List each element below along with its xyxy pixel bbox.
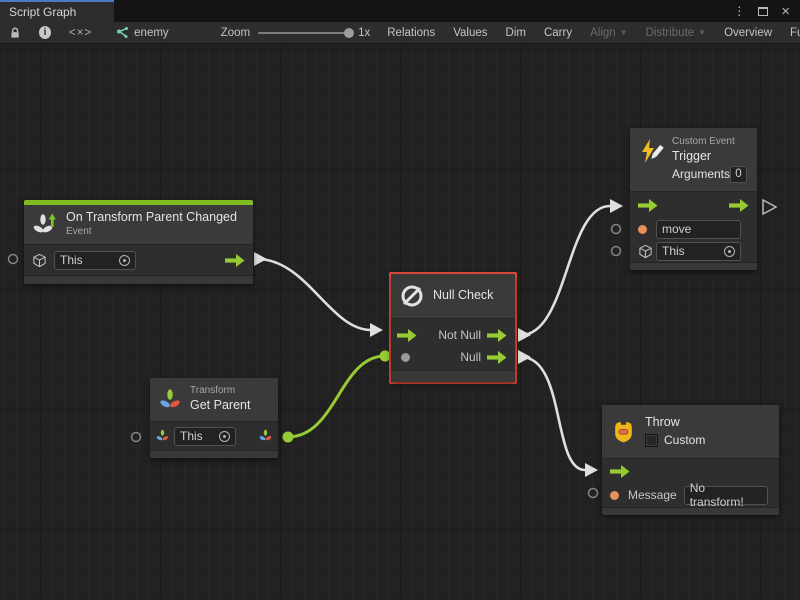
graph-name: enemy [134, 27, 169, 39]
object-picker-icon[interactable] [219, 431, 230, 442]
distribute-button[interactable]: Distribute▼ [637, 22, 716, 43]
transform-icon [156, 429, 169, 443]
port-label: Not Null [438, 328, 481, 342]
align-button[interactable]: Align▼ [581, 22, 637, 43]
lock-icon [9, 26, 21, 40]
chevron-down-icon: ▼ [698, 28, 706, 37]
value-out-port-getparent[interactable] [283, 432, 294, 443]
flow-out-icon [487, 351, 507, 364]
node-throw[interactable]: Throw Custom Message No [602, 405, 779, 515]
wire-arrowhead [370, 323, 383, 337]
zoom-value: 1x [358, 27, 370, 39]
wire-arrowhead [585, 463, 598, 477]
fullscreen-button[interactable]: Full Screen [781, 22, 800, 43]
transform-icon [158, 388, 182, 412]
port-label: Null [460, 350, 481, 364]
value-port-customevent-name[interactable] [612, 225, 621, 234]
graph-toolbar: i <×> enemy Zoom 1x Relations Values [0, 22, 800, 44]
flow-out-port-null[interactable] [518, 350, 531, 364]
code-view-icon: <×> [69, 27, 92, 39]
node-title: Null Check [433, 288, 493, 304]
node-title: Get Parent [190, 398, 250, 414]
value-in-icon [610, 491, 619, 500]
flow-in-icon [610, 465, 630, 478]
flow-out-port-event[interactable] [254, 252, 267, 266]
event-name-field[interactable]: move [656, 220, 741, 239]
node-get-parent[interactable]: Transform Get Parent This [150, 378, 278, 458]
value-port-event-this[interactable] [9, 255, 18, 264]
zoom-control: Zoom 1x [179, 22, 379, 43]
code-view-button[interactable]: <×> [60, 22, 101, 43]
maximize-icon[interactable] [758, 7, 768, 16]
wire-getparent-to-nullcheck[interactable] [288, 356, 385, 437]
flow-out-icon [487, 329, 507, 342]
unity-visual-scripting-window: Script Graph ⋮ × i <×> [0, 0, 800, 600]
custom-label: Custom [664, 433, 705, 448]
zoom-label: Zoom [221, 27, 250, 39]
gameobject-cube-icon [638, 244, 653, 259]
wire-notnull-to-customevent[interactable] [521, 206, 610, 335]
window-menu-icon[interactable]: ⋮ [733, 5, 745, 17]
transform-event-icon [32, 212, 58, 238]
node-subtitle: Event [66, 226, 237, 239]
flow-out-icon [729, 199, 749, 212]
value-in-icon [401, 353, 410, 362]
chevron-down-icon: ▼ [620, 28, 628, 37]
custom-event-icon [638, 138, 664, 164]
graph-breadcrumb[interactable]: enemy [101, 22, 179, 43]
tab-script-graph[interactable]: Script Graph [0, 0, 114, 22]
value-port-customevent-this[interactable] [612, 247, 621, 256]
carry-button[interactable]: Carry [535, 22, 581, 43]
node-null-check[interactable]: Null Check Not Null Null [391, 274, 515, 382]
arguments-label: Arguments [672, 167, 730, 182]
graph-canvas[interactable]: On Transform Parent Changed Event This [0, 44, 800, 600]
info-icon: i [39, 26, 51, 39]
arguments-field[interactable]: 0 [730, 166, 747, 183]
throw-error-icon [610, 418, 637, 445]
lock-button[interactable] [0, 22, 30, 43]
flow-out-port-customevent[interactable] [763, 200, 776, 214]
object-picker-icon[interactable] [119, 255, 130, 266]
gameobject-cube-icon [32, 253, 47, 268]
value-port-getparent-this[interactable] [132, 433, 141, 442]
zoom-slider-handle[interactable] [344, 28, 354, 38]
object-picker-icon[interactable] [724, 246, 735, 257]
node-trigger-custom-event[interactable]: Custom Event Trigger Arguments 0 [630, 128, 757, 270]
wire-null-to-throw[interactable] [521, 357, 585, 470]
target-field[interactable]: This [174, 427, 236, 446]
target-field[interactable]: This [656, 242, 741, 261]
values-button[interactable]: Values [444, 22, 496, 43]
null-check-icon [399, 283, 425, 309]
node-title: Trigger [672, 149, 747, 165]
tab-label: Script Graph [9, 5, 76, 19]
node-on-transform-parent-changed[interactable]: On Transform Parent Changed Event This [24, 200, 253, 284]
node-category: Transform [190, 385, 250, 398]
close-icon[interactable]: × [781, 4, 790, 19]
target-field[interactable]: This [54, 251, 136, 270]
custom-checkbox[interactable] [645, 434, 658, 447]
wire-event-to-nullcheck[interactable] [257, 259, 371, 330]
message-field[interactable]: No transform! [684, 486, 768, 505]
value-in-icon [638, 225, 647, 234]
dim-button[interactable]: Dim [497, 22, 535, 43]
flow-arrow-icon [225, 254, 245, 267]
zoom-slider[interactable] [258, 32, 350, 34]
relations-button[interactable]: Relations [378, 22, 444, 43]
info-button[interactable]: i [30, 22, 60, 43]
tab-strip: Script Graph ⋮ × [0, 0, 800, 22]
flow-out-port-notnull[interactable] [518, 328, 531, 342]
flow-in-icon [638, 199, 658, 212]
flow-in-icon [397, 329, 417, 342]
node-category: Custom Event [672, 136, 747, 149]
value-port-throw-message[interactable] [589, 489, 598, 498]
node-title: Throw [645, 415, 705, 431]
node-title: On Transform Parent Changed [66, 210, 237, 226]
message-label: Message [628, 488, 677, 502]
transform-output-icon [259, 429, 272, 443]
graph-icon [115, 26, 129, 39]
overview-button[interactable]: Overview [715, 22, 781, 43]
wire-arrowhead [610, 199, 623, 213]
